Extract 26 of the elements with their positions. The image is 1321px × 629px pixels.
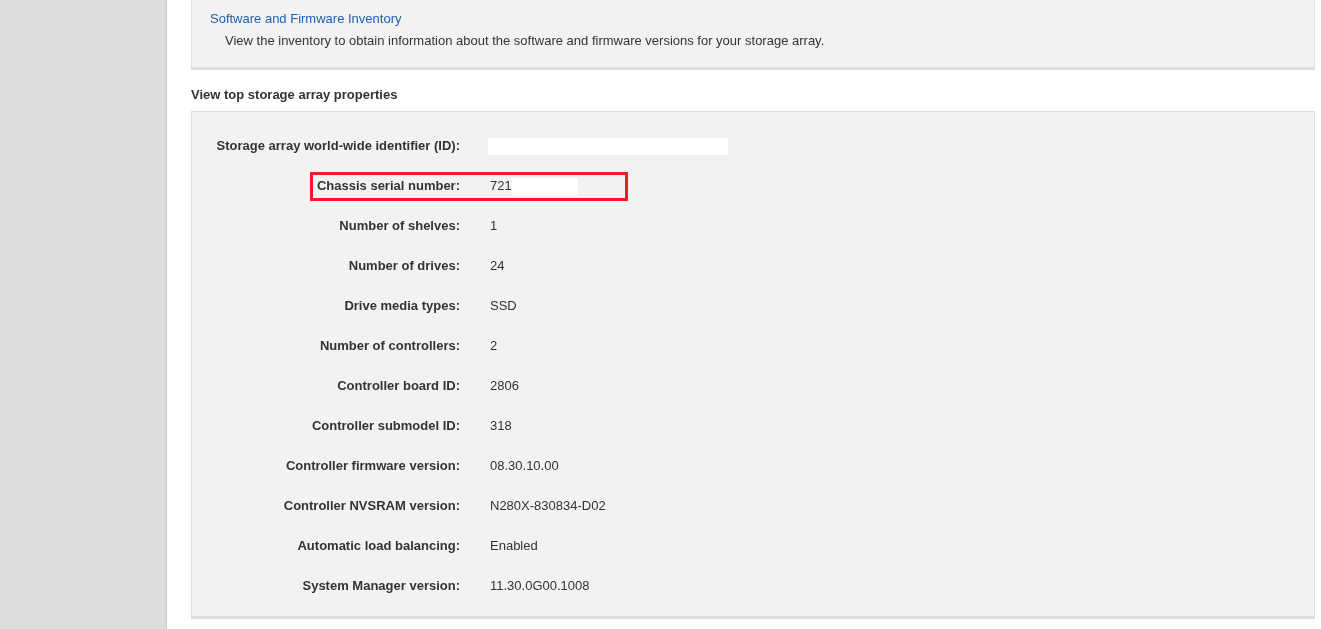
property-value: SSD bbox=[490, 297, 517, 316]
property-value: 2 bbox=[490, 337, 498, 356]
property-label: Drive media types: bbox=[343, 297, 460, 316]
property-label: System Manager version: bbox=[301, 577, 460, 596]
property-value: 08.30.10.00 bbox=[490, 457, 559, 476]
property-value: 1 bbox=[490, 217, 498, 236]
property-value: 318 bbox=[490, 417, 512, 436]
property-label: Automatic load balancing: bbox=[296, 537, 460, 556]
property-value: Enabled bbox=[490, 537, 538, 556]
section-heading: View top storage array properties bbox=[191, 85, 398, 104]
property-label: Number of shelves: bbox=[338, 217, 460, 236]
property-label: Storage array world-wide identifier (ID): bbox=[215, 137, 460, 156]
property-value: 24 bbox=[490, 257, 505, 276]
inventory-description: View the inventory to obtain information about the software and firmware versions for your storage array. bbox=[224, 31, 825, 50]
property-label: Controller NVSRAM version: bbox=[282, 497, 460, 516]
property-label: Controller firmware version: bbox=[284, 457, 460, 476]
property-value: N280X-830834-D02 bbox=[490, 497, 606, 516]
property-label: Number of drives: bbox=[347, 257, 460, 276]
property-value: 2806 bbox=[490, 377, 519, 396]
property-label: Chassis serial number: bbox=[315, 177, 460, 196]
property-label: Controller board ID: bbox=[336, 377, 460, 396]
property-value: 721 bbox=[490, 177, 512, 196]
property-value: 11.30.0G00.1008 bbox=[490, 577, 590, 596]
property-label: Controller submodel ID: bbox=[310, 417, 460, 436]
inventory-link[interactable]: Software and Firmware Inventory bbox=[210, 9, 402, 29]
property-label: Number of controllers: bbox=[318, 337, 460, 356]
